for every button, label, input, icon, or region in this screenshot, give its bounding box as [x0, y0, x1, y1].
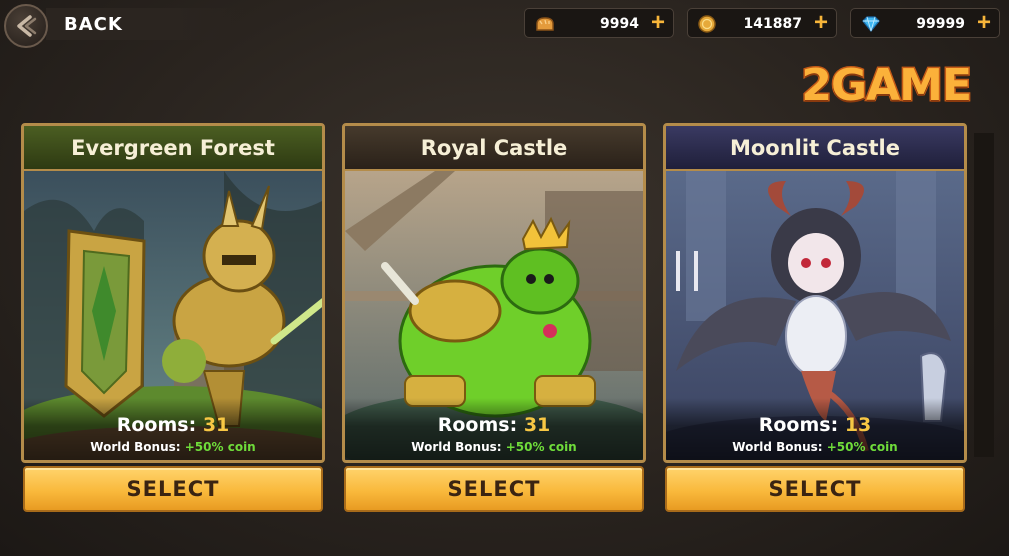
bread-value: 9994	[600, 16, 639, 32]
world-bonus: World Bonus: +50% coin	[732, 440, 898, 454]
world-title: Royal Castle	[345, 126, 643, 171]
world-card-royal-castle[interactable]: Royal Castle Rooms: 31 World Bonus: +50%…	[342, 123, 646, 463]
back-button[interactable]	[4, 4, 48, 48]
diamond-icon	[862, 16, 880, 33]
world-bonus: World Bonus: +50% coin	[90, 440, 256, 454]
select-evergreen-forest-button[interactable]: SELECT	[23, 466, 323, 512]
rooms-count: Rooms: 13	[758, 414, 872, 436]
bread-icon	[536, 17, 554, 31]
diamond-value: 99999	[916, 16, 965, 32]
add-coin-button[interactable]: +	[814, 11, 828, 35]
coin-resource: 141887 +	[687, 8, 837, 38]
brand-logo: 2GAME	[800, 59, 974, 113]
top-bar: BACK 9994 + 141887 + 99999 +	[0, 0, 1009, 48]
coin-value: 141887	[743, 16, 802, 32]
world-title: Moonlit Castle	[666, 126, 964, 171]
world-card-evergreen-forest[interactable]: Evergreen Forest Rooms: 31 World Bonus: …	[21, 123, 325, 463]
select-royal-castle-button[interactable]: SELECT	[344, 466, 644, 512]
rooms-count: Rooms: 31	[437, 414, 551, 436]
world-art: Rooms: 13 World Bonus: +50% coin	[666, 171, 964, 460]
diamond-resource: 99999 +	[850, 8, 1000, 38]
world-info: Rooms: 13 World Bonus: +50% coin	[666, 398, 964, 460]
add-bread-button[interactable]: +	[651, 11, 665, 35]
add-diamond-button[interactable]: +	[977, 11, 991, 35]
world-info: Rooms: 31 World Bonus: +50% coin	[24, 398, 322, 460]
bread-resource: 9994 +	[524, 8, 674, 38]
back-arrow-icon	[17, 15, 37, 37]
back-label[interactable]: BACK	[64, 14, 123, 35]
rooms-count: Rooms: 31	[116, 414, 230, 436]
world-art: Rooms: 31 World Bonus: +50% coin	[345, 171, 643, 460]
coin-icon	[698, 15, 716, 33]
next-card-peek	[974, 133, 994, 457]
world-title: Evergreen Forest	[24, 126, 322, 171]
world-info: Rooms: 31 World Bonus: +50% coin	[345, 398, 643, 460]
world-art: Rooms: 31 World Bonus: +50% coin	[24, 171, 322, 460]
world-card-moonlit-castle[interactable]: Moonlit Castle Rooms: 13 World Bonus: +5…	[663, 123, 967, 463]
world-bonus: World Bonus: +50% coin	[411, 440, 577, 454]
select-moonlit-castle-button[interactable]: SELECT	[665, 466, 965, 512]
